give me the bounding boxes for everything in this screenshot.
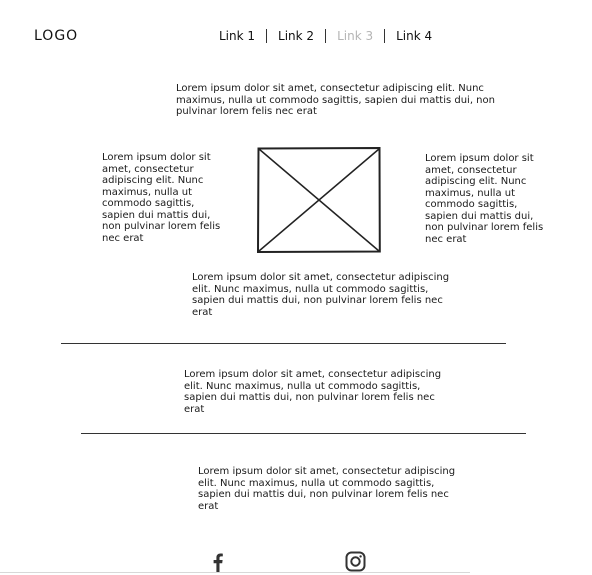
right-column-text: Lorem ipsum dolor sit amet, consectetur … (425, 153, 544, 245)
nav-link-2[interactable]: Link 2 (267, 28, 325, 44)
main-nav: Link 1 Link 2 Link 3 Link 4 (208, 28, 443, 44)
intro-paragraph: Lorem ipsum dolor sit amet, consectetur … (176, 83, 495, 117)
section-paragraph-1: Lorem ipsum dolor sit amet, consectetur … (184, 369, 442, 415)
facebook-icon[interactable] (209, 551, 225, 573)
image-placeholder (257, 147, 381, 253)
footer-divider (0, 572, 470, 573)
nav-link-4[interactable]: Link 4 (385, 28, 443, 44)
section-divider (61, 343, 506, 344)
caption-paragraph: Lorem ipsum dolor sit amet, consectetur … (192, 272, 450, 318)
nav-link-1[interactable]: Link 1 (208, 28, 266, 44)
nav-link-3[interactable]: Link 3 (326, 28, 384, 44)
left-column-text: Lorem ipsum dolor sit amet, consectetur … (102, 152, 221, 244)
section-divider (81, 433, 526, 434)
instagram-icon[interactable] (345, 551, 366, 572)
section-paragraph-2: Lorem ipsum dolor sit amet, consectetur … (198, 466, 456, 512)
logo[interactable]: LOGO (34, 28, 78, 44)
